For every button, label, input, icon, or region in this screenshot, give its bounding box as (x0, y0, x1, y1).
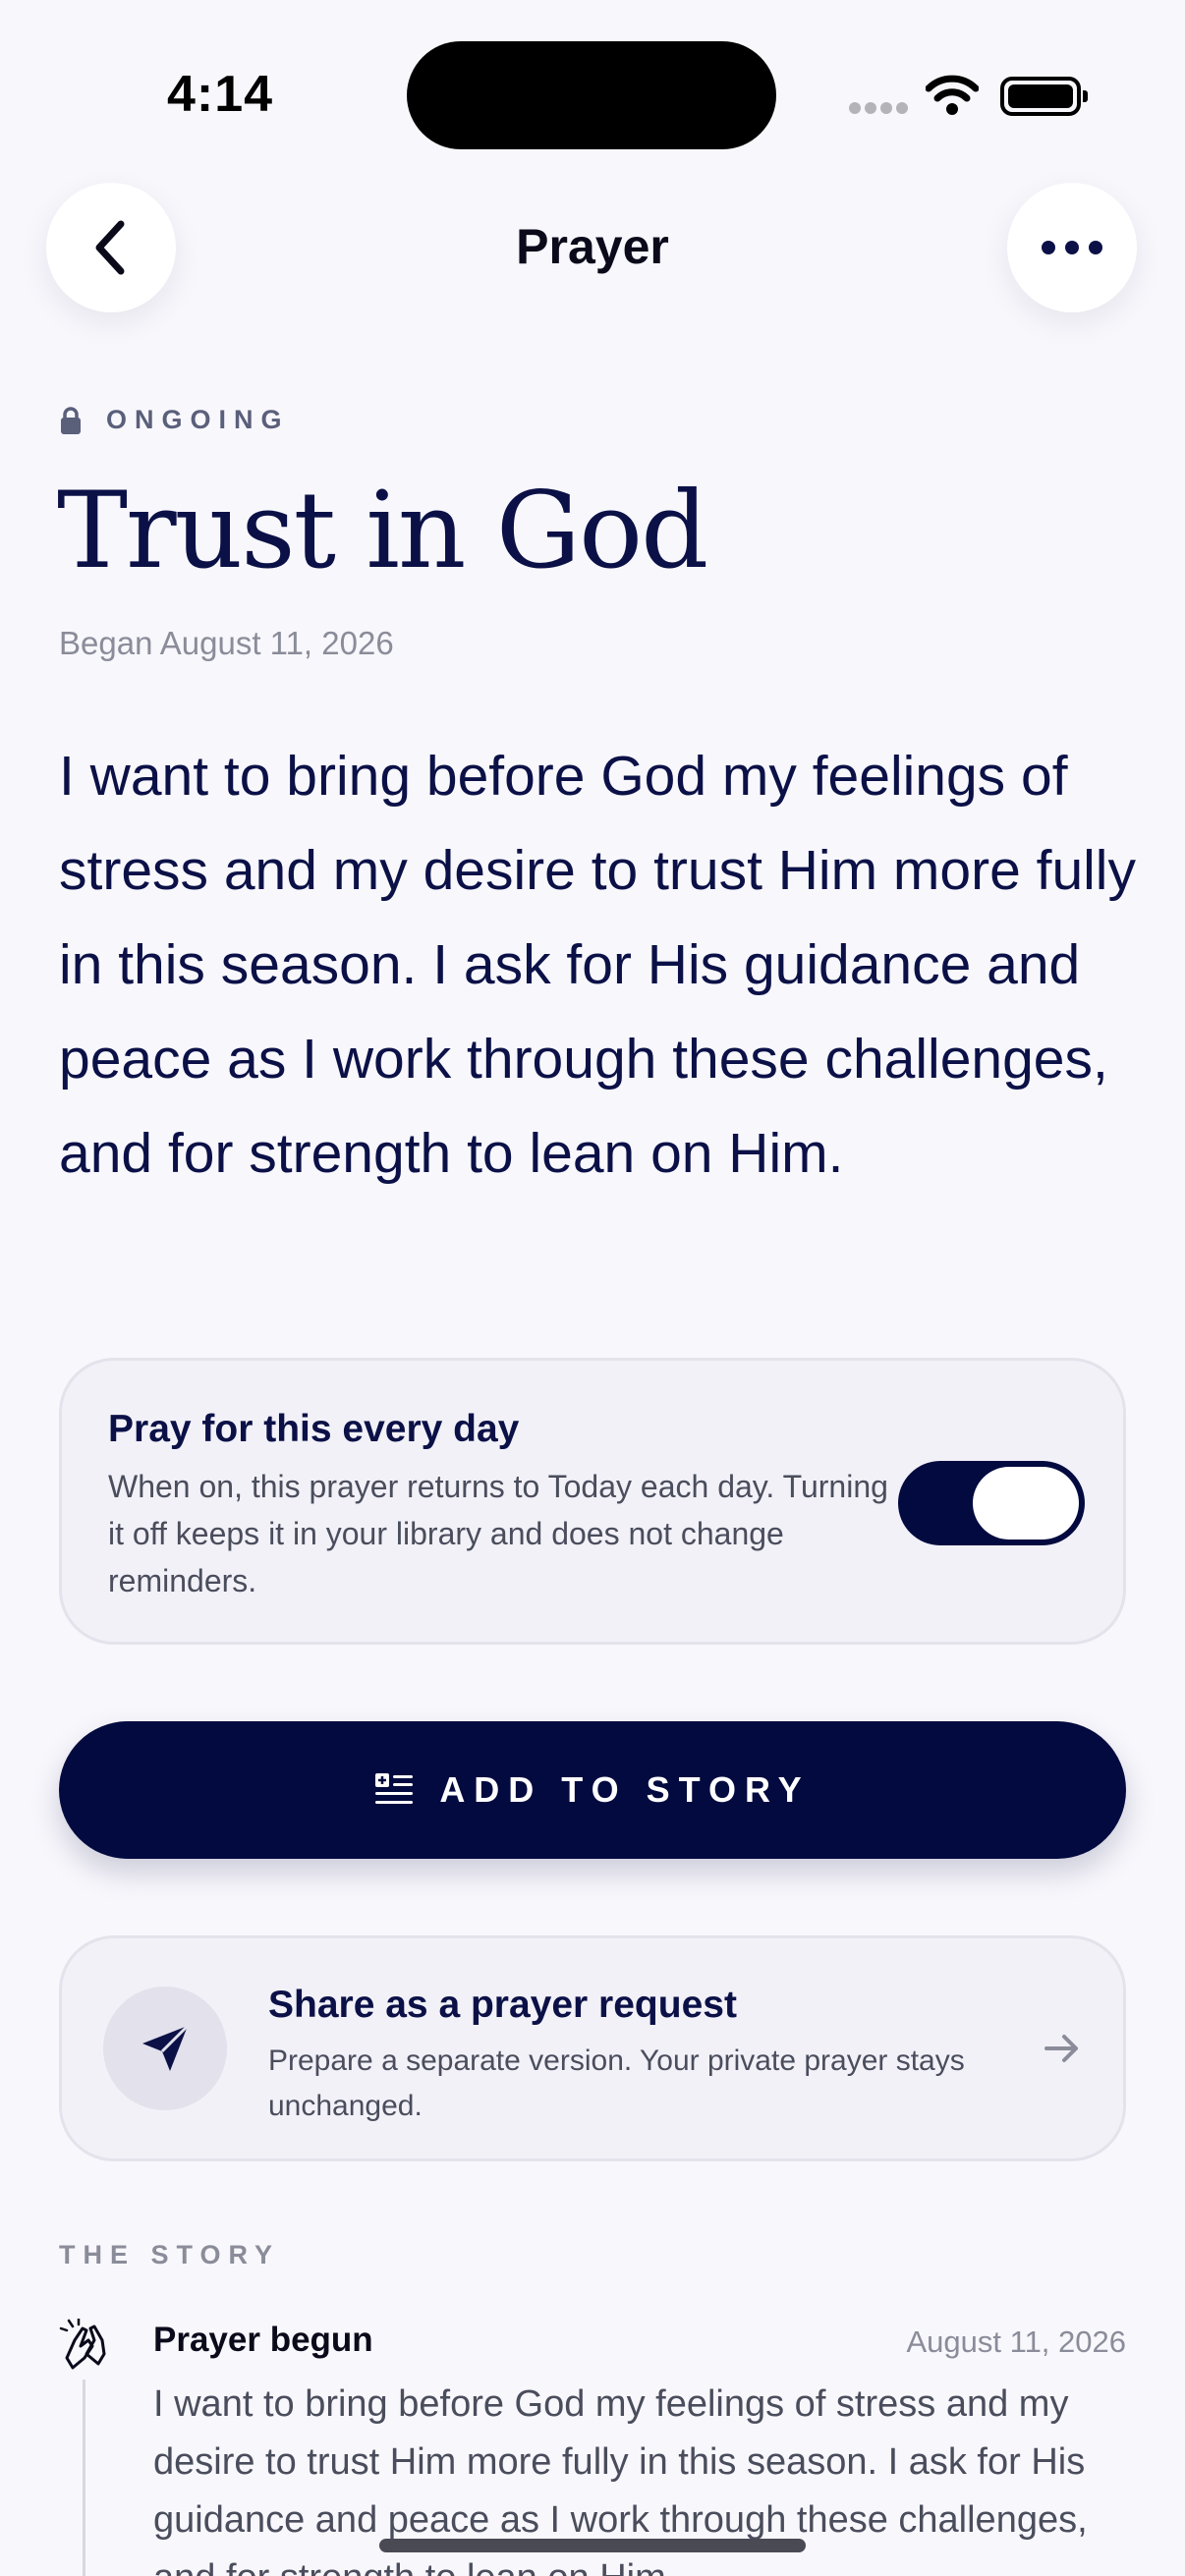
story-entry-date: August 11, 2026 (906, 2324, 1127, 2359)
prayer-status: ONGOING (59, 405, 290, 435)
arrow-right-icon (1044, 2035, 1078, 2062)
story-entry-title: Prayer begun (153, 2321, 373, 2359)
dynamic-island (407, 41, 776, 149)
lock-icon (61, 406, 81, 434)
wifi-icon (926, 75, 979, 115)
add-story-icon (375, 1773, 414, 1804)
share-prayer-request-card[interactable]: Share as a prayer request Prepare a sepa… (59, 1935, 1126, 2161)
more-options-button[interactable] (1007, 183, 1137, 312)
share-description: Prepare a separate version. Your private… (268, 2044, 965, 2122)
prayer-body: I want to bring before God my feelings o… (59, 745, 1136, 1185)
daily-prayer-toggle[interactable] (898, 1461, 1085, 1545)
home-indicator[interactable] (379, 2539, 806, 2552)
status-bar: 4:14 (0, 0, 1185, 196)
share-icon-circle (103, 1987, 227, 2110)
praying-hands-icon (59, 2319, 106, 2370)
status-label: ONGOING (106, 405, 290, 434)
status-time: 4:14 (167, 66, 274, 123)
toggle-knob (973, 1467, 1079, 1540)
daily-toggle-description: When on, this prayer returns to Today ea… (108, 1469, 888, 1598)
share-title: Share as a prayer request (268, 1984, 737, 2026)
story-section-label: THE STORY (59, 2240, 281, 2269)
add-to-story-label: ADD TO STORY (439, 1769, 811, 1810)
add-to-story-button[interactable]: ADD TO STORY (59, 1721, 1126, 1859)
timeline-line (83, 2380, 85, 2576)
paper-plane-icon (142, 2024, 190, 2071)
prayer-title: Trust in God (57, 470, 708, 592)
cellular-signal-icon (849, 102, 908, 116)
daily-toggle-title: Pray for this every day (108, 1408, 520, 1450)
began-date: Began August 11, 2026 (59, 625, 394, 661)
battery-icon (1000, 77, 1088, 116)
more-dots-icon (1042, 241, 1102, 254)
daily-prayer-card: Pray for this every day When on, this pr… (59, 1358, 1126, 1645)
